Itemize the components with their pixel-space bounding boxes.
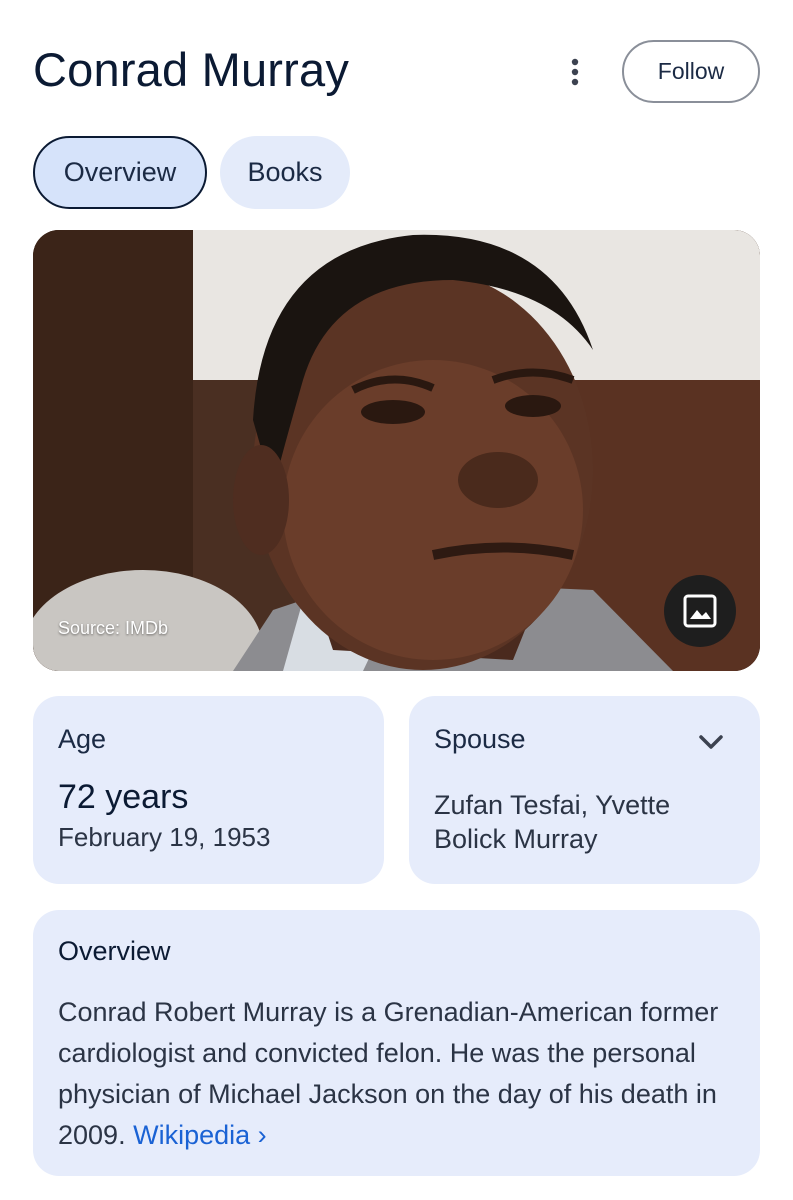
age-label: Age (58, 724, 107, 754)
follow-button[interactable]: Follow (622, 40, 760, 103)
tab-overview[interactable]: Overview (33, 136, 207, 209)
knowledge-panel: Conrad Murray Follow Overview Books Sour… (0, 0, 793, 1200)
spouse-card[interactable]: Spouse Zufan Tesfai, Yvette Bolick Murra… (409, 696, 760, 884)
spouse-value: Zufan Tesfai, Yvette Bolick Murray (434, 790, 671, 854)
spouse-label: Spouse (434, 724, 526, 754)
tab-bar: Overview Books (33, 136, 350, 209)
age-value: 72 years (58, 778, 189, 816)
panel-header: Conrad Murray Follow (33, 40, 760, 104)
view-images-button[interactable] (664, 575, 736, 647)
hero-image[interactable]: Source: IMDb (33, 230, 760, 671)
chevron-down-icon[interactable] (695, 726, 727, 758)
tab-books[interactable]: Books (220, 136, 350, 209)
image-source: Source: IMDb (58, 618, 169, 638)
chevron-right-icon: › (257, 1120, 267, 1150)
more-options-button[interactable] (560, 52, 590, 92)
wikipedia-link[interactable]: Wikipedia › (133, 1120, 267, 1150)
more-vert-icon (571, 58, 579, 86)
overview-label: Overview (58, 936, 171, 966)
overview-card: Overview Conrad Robert Murray is a Grena… (33, 910, 760, 1176)
page-title: Conrad Murray (33, 43, 350, 96)
birth-date: February 19, 1953 (58, 822, 271, 852)
portrait-photo (33, 230, 760, 671)
overview-text: Conrad Robert Murray is a Grenadian-Amer… (58, 992, 748, 1156)
age-card[interactable]: Age 72 years February 19, 1953 (33, 696, 384, 884)
image-icon (683, 594, 717, 628)
wikipedia-link-label: Wikipedia (133, 1120, 251, 1150)
